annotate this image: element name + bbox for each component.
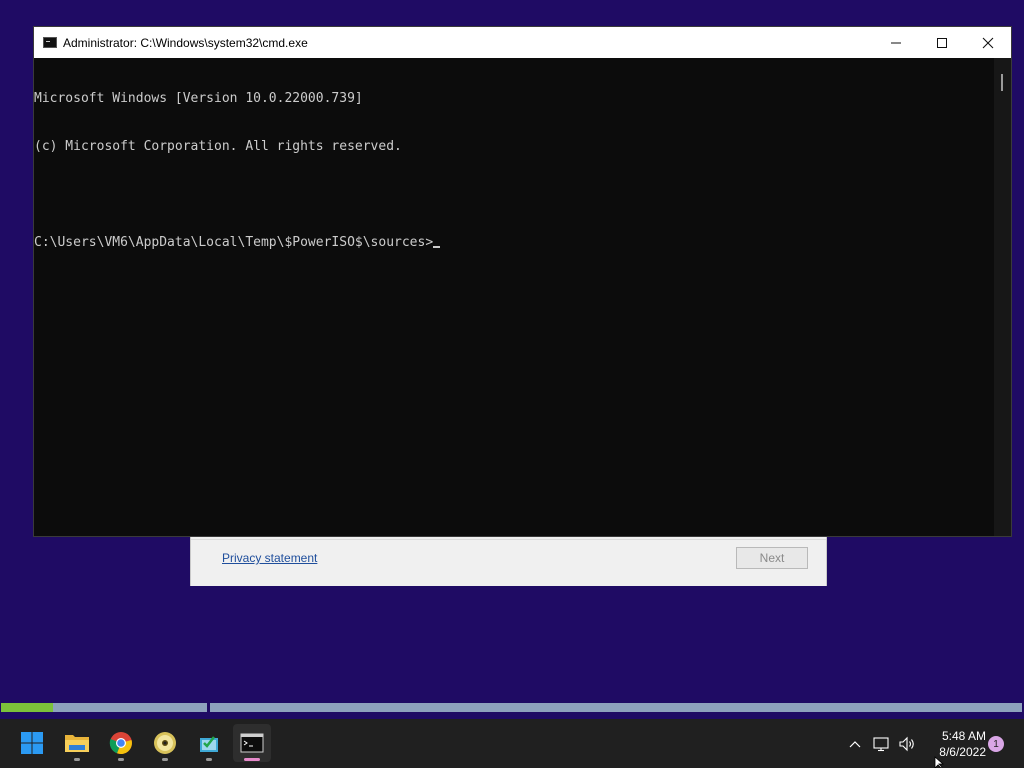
show-hidden-icons-button[interactable]: [845, 719, 865, 768]
speaker-icon: [899, 736, 914, 751]
console-output[interactable]: Microsoft Windows [Version 10.0.22000.73…: [34, 58, 994, 536]
command-prompt-button[interactable]: [233, 724, 271, 762]
next-button[interactable]: Next: [736, 547, 808, 569]
console-line: Microsoft Windows [Version 10.0.22000.73…: [34, 91, 363, 106]
running-indicator: [206, 758, 212, 761]
minimize-icon: [891, 42, 901, 43]
running-indicator: [162, 758, 168, 761]
window-controls: [873, 27, 1011, 58]
prompt-text: C:\Users\VM6\AppData\Local\Temp\$PowerIS…: [34, 235, 434, 250]
title-bar[interactable]: Administrator: C:\Windows\system32\cmd.e…: [34, 27, 1011, 58]
maximize-button[interactable]: [919, 27, 965, 58]
running-indicator: [118, 758, 124, 761]
progress-fill: [1, 703, 53, 712]
vertical-scrollbar[interactable]: [994, 58, 1011, 536]
close-icon: [982, 37, 994, 48]
clock-time: 5:48 AM: [941, 729, 986, 743]
window-title: Administrator: C:\Windows\system32\cmd.e…: [63, 35, 308, 50]
windows-logo-icon: [21, 732, 43, 754]
disc-icon: [154, 732, 176, 754]
cmd-icon: [43, 37, 57, 48]
progress-segment-1: [1, 703, 207, 712]
folder-icon: [65, 735, 89, 752]
file-explorer-button[interactable]: [58, 724, 96, 762]
network-icon: [873, 736, 889, 751]
close-button[interactable]: [965, 27, 1011, 58]
progress-segment-2: [210, 703, 1022, 712]
setup-app-button[interactable]: [190, 724, 228, 762]
chrome-button[interactable]: [102, 724, 140, 762]
volume-button[interactable]: [897, 719, 917, 768]
active-indicator: [244, 758, 260, 761]
poweriso-button[interactable]: [146, 724, 184, 762]
maximize-icon: [937, 37, 947, 48]
console-line: (c) Microsoft Corporation. All rights re…: [34, 139, 402, 154]
minimize-button[interactable]: [873, 27, 919, 58]
network-button[interactable]: [872, 719, 892, 768]
privacy-statement-link[interactable]: Privacy statement: [222, 551, 317, 565]
mouse-pointer-icon: [934, 756, 945, 768]
prompt-line[interactable]: C:\Users\VM6\AppData\Local\Temp\$PowerIS…: [34, 235, 994, 251]
setup-icon: [200, 736, 218, 752]
setup-dialog-footer: Privacy statement Next: [191, 539, 826, 586]
running-indicator: [74, 758, 80, 761]
cmd-window[interactable]: Administrator: C:\Windows\system32\cmd.e…: [33, 26, 1012, 537]
chrome-icon: [109, 732, 132, 755]
scrollbar-thumb[interactable]: [1001, 74, 1003, 91]
text-cursor: [433, 246, 441, 248]
terminal-icon: [240, 733, 264, 753]
taskbar: 5:48 AM 8/6/2022 1: [0, 719, 1024, 768]
chevron-up-icon: [849, 740, 861, 747]
setup-progress-bar: [0, 702, 1024, 713]
notification-badge[interactable]: 1: [988, 736, 1004, 752]
start-button[interactable]: [13, 724, 51, 762]
